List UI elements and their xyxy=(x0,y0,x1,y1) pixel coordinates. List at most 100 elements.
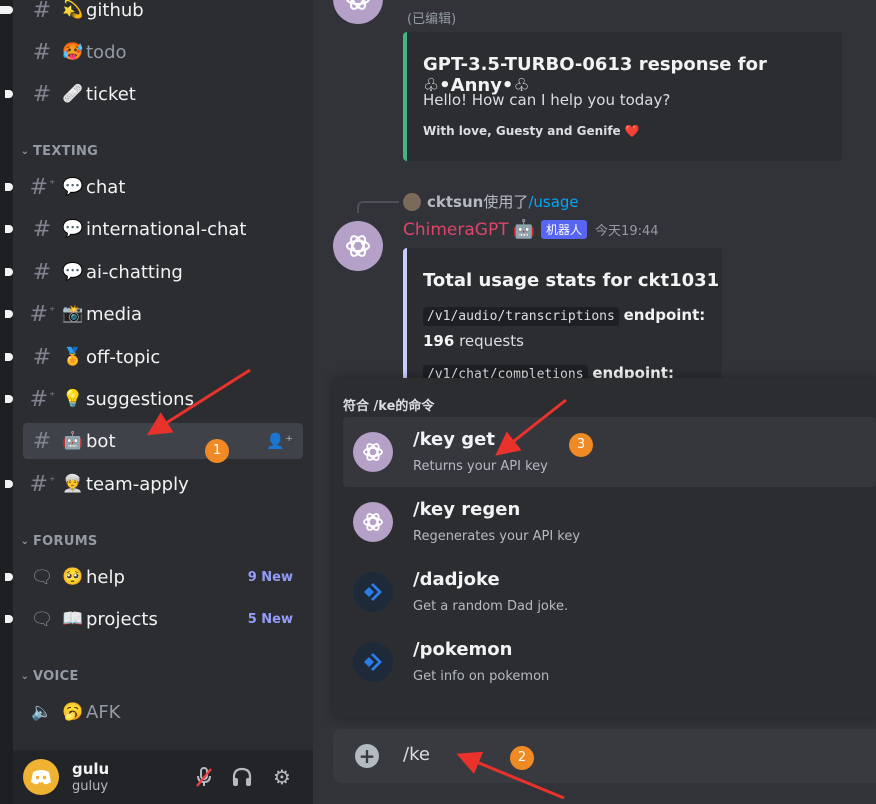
robot-icon: 🤖 xyxy=(512,219,536,240)
message-input-bar: + xyxy=(333,729,876,783)
category-texting[interactable]: ⌄ TEXTING xyxy=(17,141,98,161)
openai-logo-icon xyxy=(353,502,393,542)
channel-bot[interactable]: # 🤖 bot 👤⁺ xyxy=(23,423,303,459)
channel-name: ai-chatting xyxy=(86,261,183,283)
username: guluy xyxy=(72,779,109,794)
mini-avatar xyxy=(403,192,421,211)
channel-emoji: 💡 xyxy=(62,389,84,409)
command-key-regen[interactable]: /key regen Regenerates your API key xyxy=(343,487,876,557)
add-attachment-button[interactable]: + xyxy=(355,744,379,768)
bot-avatar[interactable] xyxy=(333,0,383,24)
channel-name: team-apply xyxy=(86,473,189,495)
channel-github[interactable]: # 💫 github xyxy=(5,0,303,28)
channel-name: AFK xyxy=(86,701,121,723)
channel-team-apply[interactable]: # 👳 team-apply xyxy=(5,466,303,502)
chevron-logo-icon xyxy=(353,572,393,612)
unread-indicator xyxy=(5,6,13,14)
channel-todo[interactable]: # 🥵 todo xyxy=(23,34,303,70)
chat-area: (已编辑) GPT-3.5-TURBO-0613 response for ♧•… xyxy=(313,0,876,804)
channel-emoji: 💬 xyxy=(62,262,84,282)
endpoint-line-1: /v1/audio/transcriptions endpoint: xyxy=(423,306,705,326)
annotation-badge-3: 3 xyxy=(569,433,593,457)
channel-suggestions[interactable]: # 💡 suggestions xyxy=(5,381,303,417)
command-dadjoke[interactable]: /dadjoke Get a random Dad joke. xyxy=(343,557,876,627)
channel-emoji: 👳 xyxy=(62,474,84,494)
command-name: /dadjoke xyxy=(413,569,500,590)
author-name[interactable]: ChimeraGPT xyxy=(403,220,509,240)
add-member-icon[interactable]: 👤⁺ xyxy=(266,432,293,450)
discord-logo-icon xyxy=(31,770,51,785)
embed-footer: With love, Guesty and Genife ❤️ xyxy=(423,124,640,138)
channel-international-chat[interactable]: # 💬 international-chat xyxy=(5,211,303,247)
deafen-button[interactable] xyxy=(229,764,255,790)
chevron-down-icon: ⌄ xyxy=(20,670,30,682)
channel-chat[interactable]: # 💬 chat xyxy=(5,169,303,205)
headphones-icon xyxy=(232,767,252,786)
channel-name: off-topic xyxy=(86,346,161,368)
command-description: Get a random Dad joke. xyxy=(413,599,569,614)
channel-ai-chatting[interactable]: # 💬 ai-chatting xyxy=(5,254,303,290)
mic-muted-icon xyxy=(196,767,212,787)
message-input[interactable] xyxy=(403,744,843,765)
reply-username[interactable]: cktsun xyxy=(427,193,483,211)
unread-indicator xyxy=(5,310,13,318)
channel-ticket[interactable]: # 🩹 ticket xyxy=(5,76,303,112)
command-key-get[interactable]: /key get Returns your API key xyxy=(343,417,876,487)
channel-emoji: 📖 xyxy=(62,609,84,629)
unread-indicator xyxy=(5,225,13,233)
settings-button[interactable]: ⚙ xyxy=(269,764,295,790)
hash-icon: # xyxy=(32,344,52,370)
mute-mic-button[interactable] xyxy=(191,764,217,790)
bot-tag: 机器人 xyxy=(541,220,588,239)
channel-name: github xyxy=(86,0,144,21)
reply-command[interactable]: /usage xyxy=(528,193,578,211)
channel-emoji: 🤖 xyxy=(62,431,84,451)
chevron-down-icon: ⌄ xyxy=(20,535,30,547)
bot-avatar[interactable] xyxy=(333,221,383,271)
requests-label: requests xyxy=(459,332,524,350)
category-label: VOICE xyxy=(33,668,79,684)
forum-projects[interactable]: 🗨 📖 projects 5 New xyxy=(5,601,303,637)
embed-title: Total usage stats for ckt1031 xyxy=(423,270,720,291)
hash-icon: # xyxy=(32,216,52,242)
hash-icon: # xyxy=(32,428,52,454)
hash-thread-icon: # xyxy=(23,302,61,327)
gear-icon: ⚙ xyxy=(273,765,291,789)
command-reference[interactable]: cktsun 使用了 /usage xyxy=(403,191,579,212)
openai-logo-icon xyxy=(346,235,370,257)
command-pokemon[interactable]: /pokemon Get info on pokemon xyxy=(343,627,876,697)
openai-logo-icon xyxy=(346,0,370,10)
openai-logo-icon xyxy=(353,432,393,472)
unread-indicator xyxy=(5,183,13,191)
channel-name: bot xyxy=(86,430,116,452)
forum-icon: 🗨 xyxy=(30,608,54,630)
channel-name: help xyxy=(86,566,125,588)
avatar[interactable] xyxy=(23,759,59,795)
hash-icon: # xyxy=(32,259,52,285)
channel-emoji: 💬 xyxy=(62,219,84,239)
voice-afk[interactable]: 🔈 🥱 AFK xyxy=(23,694,303,730)
chevron-down-icon: ⌄ xyxy=(20,145,30,157)
forum-icon: 🗨 xyxy=(30,566,54,588)
command-description: Get info on pokemon xyxy=(413,669,550,684)
channel-name: media xyxy=(86,303,143,325)
channel-name: chat xyxy=(86,176,126,198)
channel-off-topic[interactable]: # 🏅 off-topic xyxy=(5,339,303,375)
channel-emoji: 💫 xyxy=(62,0,84,20)
hash-icon: # xyxy=(32,0,52,23)
hash-icon: # xyxy=(32,39,52,65)
channel-media[interactable]: # 📸 media xyxy=(5,296,303,332)
category-forums[interactable]: ⌄ FORUMS xyxy=(17,531,98,551)
hash-icon: # xyxy=(32,81,52,107)
message-header: ChimeraGPT 🤖 机器人 今天19:44 xyxy=(403,219,659,240)
annotation-badge-2: 2 xyxy=(510,746,534,770)
forum-help[interactable]: 🗨 🥺 help 9 New xyxy=(5,559,303,595)
channel-emoji: 🥱 xyxy=(62,702,84,722)
channel-emoji: 🩹 xyxy=(62,84,84,104)
channel-name: international-chat xyxy=(86,218,247,240)
channel-emoji: 💬 xyxy=(62,177,84,197)
category-voice[interactable]: ⌄ VOICE xyxy=(17,666,79,686)
user-names[interactable]: gulu guluy xyxy=(72,760,109,794)
reply-used-text: 使用了 xyxy=(483,193,529,211)
command-description: Returns your API key xyxy=(413,459,548,474)
